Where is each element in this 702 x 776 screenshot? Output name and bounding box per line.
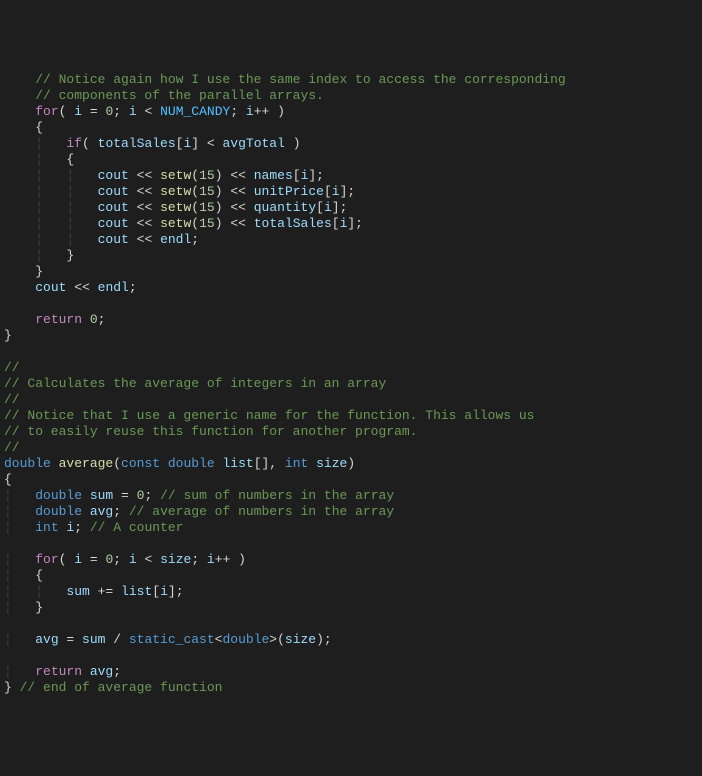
comment: // Calculates the average of integers in… bbox=[4, 376, 386, 391]
comment: // to easily reuse this function for ano… bbox=[4, 424, 417, 439]
var-i: i bbox=[74, 104, 82, 119]
brace-open: { bbox=[4, 472, 12, 487]
comment: // sum of numbers in the array bbox=[160, 488, 394, 503]
comment: // end of average function bbox=[12, 680, 223, 695]
var-endl: endl bbox=[160, 232, 191, 247]
var-sum: sum bbox=[82, 488, 113, 503]
comment: // bbox=[4, 392, 20, 407]
var-names: names bbox=[254, 168, 293, 183]
type-int: int bbox=[285, 456, 308, 471]
brace-open: { bbox=[66, 152, 74, 167]
var-cout: cout bbox=[98, 168, 129, 183]
var-avgtotal: avgTotal bbox=[223, 136, 285, 151]
keyword-if: if bbox=[66, 136, 82, 151]
brace-close: } bbox=[4, 328, 12, 343]
comment: // Notice that I use a generic name for … bbox=[4, 408, 535, 423]
keyword-for: for bbox=[35, 104, 58, 119]
var-unitprice: unitPrice bbox=[254, 184, 324, 199]
brace-close: } bbox=[4, 680, 12, 695]
brace-close: } bbox=[66, 248, 74, 263]
comment: // bbox=[4, 360, 20, 375]
brace-open: { bbox=[35, 120, 43, 135]
comment: // average of numbers in the array bbox=[129, 504, 394, 519]
keyword-static-cast: static_cast bbox=[129, 632, 215, 647]
comment: // components of the parallel arrays. bbox=[4, 88, 324, 103]
func-average: average bbox=[51, 456, 113, 471]
var-totalsales: totalSales bbox=[98, 136, 176, 151]
brace-close: } bbox=[35, 600, 43, 615]
brace-close: } bbox=[35, 264, 43, 279]
code-editor[interactable]: // Notice again how I use the same index… bbox=[0, 72, 702, 696]
param-list: list bbox=[215, 456, 254, 471]
func-setw: setw bbox=[160, 168, 191, 183]
comment: // bbox=[4, 440, 20, 455]
type-double: double bbox=[4, 456, 51, 471]
keyword-const: const bbox=[121, 456, 160, 471]
keyword-return: return bbox=[35, 312, 82, 327]
comment: // Notice again how I use the same index… bbox=[4, 72, 566, 87]
var-avg: avg bbox=[82, 504, 113, 519]
const-numcandy: NUM_CANDY bbox=[160, 104, 230, 119]
var-quantity: quantity bbox=[254, 200, 316, 215]
param-size: size bbox=[308, 456, 347, 471]
comment: // A counter bbox=[90, 520, 184, 535]
brace-open: { bbox=[35, 568, 43, 583]
